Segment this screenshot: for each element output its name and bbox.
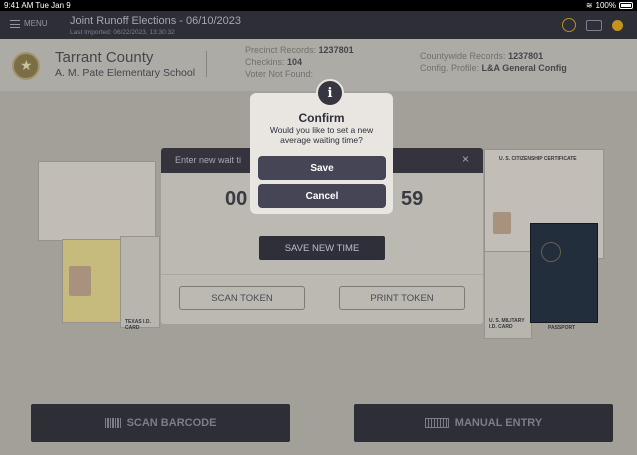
save-new-time-button[interactable]: SAVE NEW TIME xyxy=(259,236,385,260)
print-token-button[interactable]: PRINT TOKEN xyxy=(339,286,465,310)
status-time: 9:41 AM Tue Jan 9 xyxy=(4,1,71,10)
status-bar: 9:41 AM Tue Jan 9 ≋ 100% xyxy=(0,0,637,11)
divider xyxy=(161,274,483,275)
wifi-icon: ≋ xyxy=(585,1,593,10)
wait-panel-title: Enter new wait ti xyxy=(175,155,242,165)
save-button[interactable]: Save xyxy=(258,156,386,180)
time-digits-hours[interactable]: 00 xyxy=(225,188,247,211)
cancel-button[interactable]: Cancel xyxy=(258,184,386,208)
battery-icon xyxy=(619,2,633,9)
status-right: ≋ 100% xyxy=(586,0,633,11)
scan-token-button[interactable]: SCAN TOKEN xyxy=(179,286,305,310)
close-icon[interactable]: × xyxy=(462,152,469,166)
time-digits-seconds[interactable]: 59 xyxy=(401,188,423,211)
confirm-title: Confirm xyxy=(298,111,345,125)
confirm-message: Would you like to set a new average wait… xyxy=(269,125,374,145)
info-icon: i xyxy=(316,79,344,107)
confirm-dialog: Confirm Would you like to set a new aver… xyxy=(250,93,393,214)
battery-percent: 100% xyxy=(595,1,616,10)
